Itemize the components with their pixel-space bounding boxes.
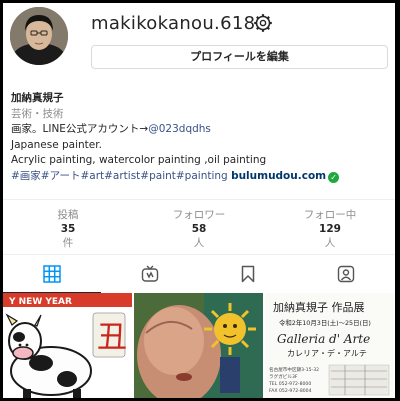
following-label: フォロー中 [303,209,357,221]
profile-bio: 加納真規子 芸術・技術 画家。LINE公式アカウント→@023dqdhs Jap… [11,91,391,184]
exhibition-dates: 令和2年10月3日(土)～25日(日) [279,318,371,327]
bio-text: 画家。LINE公式アカウント→ [11,123,149,135]
tab-grid[interactable] [3,255,101,293]
tagged-icon [337,265,355,283]
following-unit: 人 [324,237,336,249]
post-1-image: Y NEW YEAR 丑 [3,293,132,398]
gallery-name-kana: カレリア・デ・アルテ [287,348,367,358]
post-thumbnail-1[interactable]: Y NEW YEAR 丑 [3,293,132,398]
gallery-name: Galleria d' Arte [277,332,370,346]
avatar-photo [10,7,68,65]
category-label: 芸術・技術 [11,107,64,120]
followers-unit: 人 [193,237,205,249]
gear-icon[interactable] [253,13,273,33]
post-2-image [134,293,263,398]
edit-profile-button[interactable]: プロフィールを編集 [91,45,388,69]
posts-grid: Y NEW YEAR 丑 加納真規子 作品展 令和2年10月3日(土)～25日(… [3,293,395,398]
posts-unit: 件 [62,237,74,249]
display-name: 加納真規子 [11,92,64,104]
post-3-image: 加納真規子 作品展 令和2年10月3日(土)～25日(日) Galleria d… [265,293,394,398]
line-account-link[interactable]: @023dqdhs [148,123,211,135]
posts-stat[interactable]: 投稿 35 件 [3,208,133,250]
following-stat[interactable]: フォロー中 129 人 [265,208,395,250]
tab-saved[interactable] [199,255,297,293]
profile-stats: 投稿 35 件 フォロワー 58 人 フォロー中 129 人 [3,199,395,255]
exhibition-title: 加納真規子 作品展 [273,300,365,314]
website-link[interactable]: bulumudou.com [231,170,326,182]
profile-screen: makikokanou.618 プロフィールを編集 加納真規子 芸術・技術 画家… [3,3,395,398]
avatar[interactable] [10,7,68,65]
bio-line-3: Acrylic painting, watercolor painting ,o… [11,154,267,166]
post-1-kanji: 丑 [97,320,127,355]
followers-count: 58 [191,223,207,235]
gallery-building: ラグガビル3F [269,373,298,380]
gallery-tel: TEL 052-972-8000 [268,381,311,387]
post-thumbnail-3[interactable]: 加納真規子 作品展 令和2年10月3日(土)～25日(日) Galleria d… [265,293,394,398]
bio-line-4: #画家#アート#art#artist#paint#painting bulumu… [11,169,391,185]
followers-label: フォロワー [172,209,226,221]
post-1-banner: Y NEW YEAR [8,297,72,307]
following-count: 129 [319,223,341,235]
bio-line-1: 画家。LINE公式アカウント→@023dqdhs [11,122,391,138]
post-thumbnail-2[interactable] [134,293,263,398]
followers-stat[interactable]: フォロワー 58 人 [134,208,264,250]
bookmark-icon [241,265,255,283]
profile-header: makikokanou.618 プロフィールを編集 [3,3,395,83]
verified-icon: ✓ [328,171,340,183]
bio-line-2: Japanese painter. [11,138,102,151]
tab-tagged[interactable] [297,255,395,293]
igtv-icon [141,265,159,282]
hashtags-link[interactable]: #画家#アート#art#artist#paint#painting [11,170,228,182]
gallery-fax: FAX 052-972-8004 [269,388,312,394]
username: makikokanou.618 [91,13,256,34]
tab-igtv[interactable] [101,255,199,293]
gallery-address: 名古屋市中区錦3-15-32 [269,366,319,373]
posts-count: 35 [60,223,76,235]
profile-tabs [3,255,395,293]
posts-label: 投稿 [57,209,79,221]
grid-icon [43,265,61,283]
